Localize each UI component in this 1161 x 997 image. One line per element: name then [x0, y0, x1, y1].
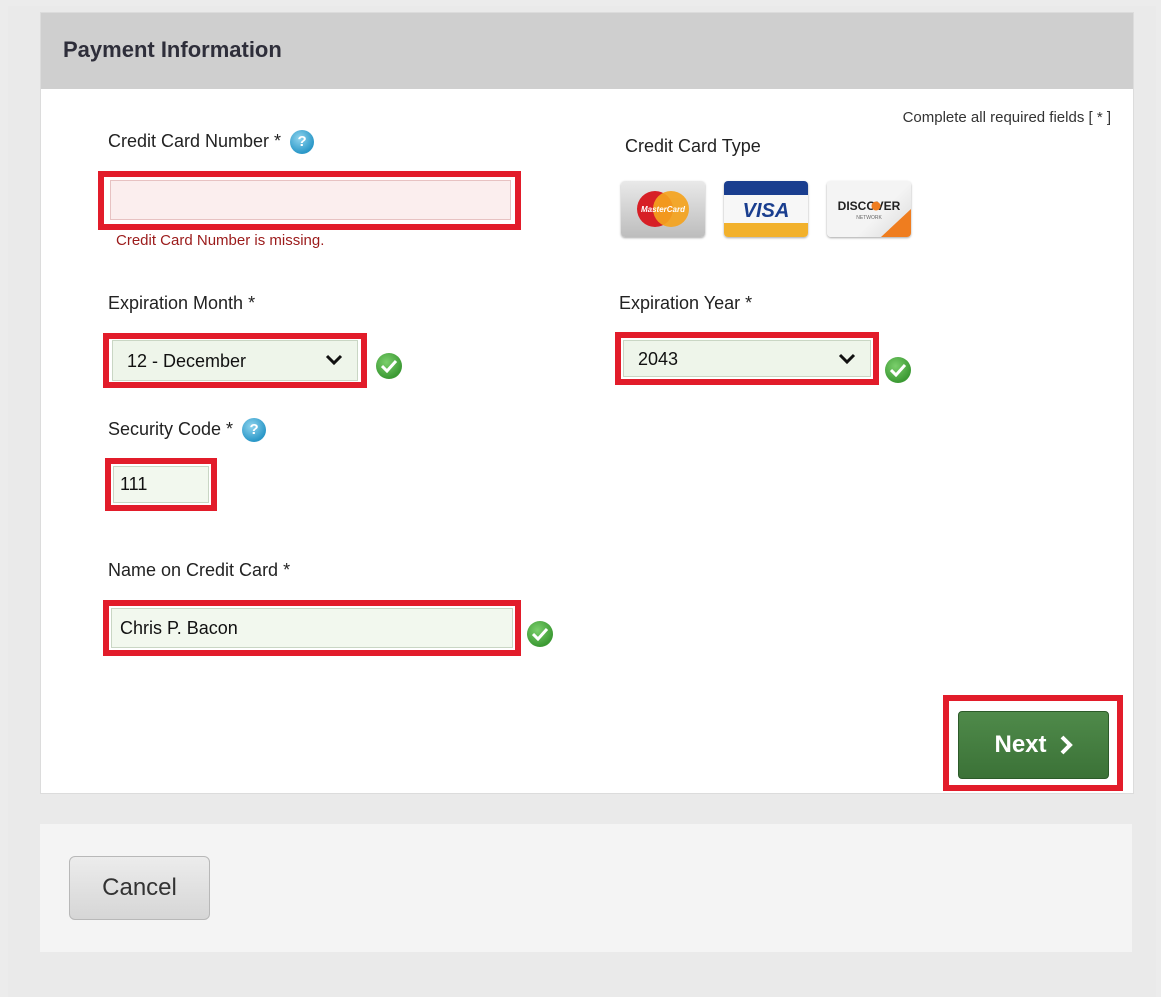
discover-logo: DISCOVER NETWORK — [827, 181, 911, 237]
expiration-month-select[interactable]: 12 - December — [112, 340, 358, 381]
next-button[interactable]: Next — [958, 711, 1109, 779]
next-button-label: Next — [994, 731, 1047, 758]
help-icon[interactable]: ? — [242, 418, 267, 442]
cancel-button[interactable]: Cancel — [69, 856, 210, 920]
name-on-card-label: Name on Credit Card * — [108, 560, 291, 580]
card-type-label: Credit Card Type — [625, 136, 761, 156]
card-number-input[interactable] — [110, 180, 511, 220]
expiration-year-value: 2043 — [638, 349, 679, 369]
mastercard-icon: MasterCard — [637, 191, 689, 227]
expiration-month-value: 12 - December — [127, 351, 247, 371]
security-code-input[interactable] — [113, 466, 209, 503]
page-title: Payment Information — [63, 37, 282, 62]
security-code-label-group: Security Code * ? — [108, 418, 267, 442]
help-icon[interactable]: ? — [290, 130, 315, 154]
expiration-year-label: Expiration Year * — [619, 293, 753, 313]
check-icon — [527, 621, 553, 647]
mastercard-logo: MasterCard — [621, 181, 705, 237]
visa-logo: VISA — [724, 181, 808, 237]
svg-text:DISCOVER: DISCOVER — [838, 199, 901, 213]
chevron-down-icon — [838, 353, 856, 365]
svg-text:VISA: VISA — [743, 200, 790, 222]
card-number-label: Credit Card Number * — [108, 130, 282, 151]
chevron-down-icon — [325, 354, 343, 366]
card-number-error: Credit Card Number is missing. — [116, 232, 325, 249]
required-fields-note: Complete all required fields [ * ] — [902, 109, 1111, 126]
check-icon — [885, 357, 911, 383]
name-on-card-input[interactable] — [111, 608, 513, 648]
security-code-label: Security Code * — [108, 418, 234, 439]
visa-icon: VISA — [724, 181, 808, 237]
card-header: Payment Information — [41, 13, 1133, 89]
card-number-label-group: Credit Card Number * ? — [108, 130, 315, 154]
cancel-button-label: Cancel — [102, 874, 177, 901]
expiration-year-select[interactable]: 2043 — [623, 340, 871, 377]
svg-text:NETWORK: NETWORK — [856, 215, 882, 221]
svg-text:MasterCard: MasterCard — [641, 205, 686, 214]
chevron-right-icon — [1060, 735, 1073, 755]
expiration-month-label: Expiration Month * — [108, 293, 256, 313]
check-icon — [376, 353, 402, 379]
discover-icon: DISCOVER NETWORK — [838, 199, 911, 237]
